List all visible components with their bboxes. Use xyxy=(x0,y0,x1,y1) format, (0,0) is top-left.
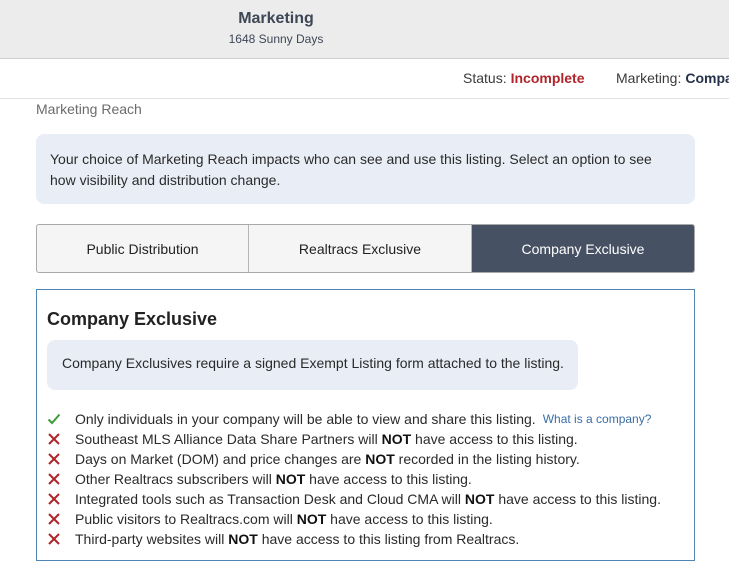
rule-text-end: have access to this listing from Realtra… xyxy=(257,531,520,547)
check-icon xyxy=(47,412,75,426)
rule-text: Public visitors to Realtracs.com will NO… xyxy=(75,511,493,527)
listing-address: 1648 Sunny Days xyxy=(228,32,324,46)
access-rule: Other Realtracs subscribers will NOT hav… xyxy=(47,469,661,489)
marketing-reach-info: Your choice of Marketing Reach impacts w… xyxy=(36,134,695,204)
rule-emphasis: NOT xyxy=(365,451,395,467)
rule-text-start: Other Realtracs subscribers will xyxy=(75,471,276,487)
tab-company-exclusive[interactable]: Company Exclusive xyxy=(472,225,694,272)
company-exclusive-panel: Company Exclusive Company Exclusives req… xyxy=(36,289,695,561)
page-title: Marketing xyxy=(238,10,314,27)
access-rule: Southeast MLS Alliance Data Share Partne… xyxy=(47,429,661,449)
status-label: Status: xyxy=(463,70,507,86)
rule-emphasis: NOT xyxy=(275,471,306,487)
rule-text-end: have access to this listing. xyxy=(494,491,661,507)
access-rule: Days on Market (DOM) and price changes a… xyxy=(47,449,661,469)
panel-title: Company Exclusive xyxy=(47,309,218,329)
x-icon xyxy=(47,472,75,486)
access-rule: Public visitors to Realtracs.com will NO… xyxy=(47,509,661,529)
page-header: Marketing 1648 Sunny Days xyxy=(0,0,729,59)
exempt-form-note: Company Exclusives require a signed Exem… xyxy=(47,340,578,390)
marketing-reach-label: Marketing Reach xyxy=(36,101,142,117)
x-icon xyxy=(47,512,75,526)
rule-text-end: have access to this listing. xyxy=(305,471,472,487)
rule-text-start: Only individuals in your company will be… xyxy=(75,411,536,427)
rule-text: Other Realtracs subscribers will NOT hav… xyxy=(75,471,472,487)
marketing-label: Marketing: xyxy=(616,70,682,86)
x-icon xyxy=(47,492,75,506)
x-icon xyxy=(47,432,75,446)
rule-emphasis: NOT xyxy=(464,491,495,507)
rule-text-start: Days on Market (DOM) and price changes a… xyxy=(75,451,366,467)
rule-emphasis: NOT xyxy=(228,531,258,547)
access-rule: Integrated tools such as Transaction Des… xyxy=(47,489,661,509)
status-bar: Status:Incomplete Marketing:Company Excl… xyxy=(0,59,729,99)
rule-text-start: Third-party websites will xyxy=(75,531,229,547)
rule-emphasis: NOT xyxy=(296,511,327,527)
rule-text-end: recorded in the listing history. xyxy=(394,451,580,467)
rule-text-start: Southeast MLS Alliance Data Share Partne… xyxy=(75,431,382,447)
rule-text-start: Public visitors to Realtracs.com will xyxy=(75,511,297,527)
rule-text: Days on Market (DOM) and price changes a… xyxy=(75,451,580,467)
rule-text: Third-party websites will NOT have acces… xyxy=(75,531,519,547)
tab-realtracs-exclusive[interactable]: Realtracs Exclusive xyxy=(249,225,472,272)
access-rule: Third-party websites will NOT have acces… xyxy=(47,529,661,549)
access-rules-list: Only individuals in your company will be… xyxy=(47,409,661,549)
rule-text-end: have access to this listing. xyxy=(411,431,578,447)
x-icon xyxy=(47,532,75,546)
rule-text-end: have access to this listing. xyxy=(326,511,493,527)
status-indicator: Status: Incomplete xyxy=(463,70,585,86)
access-rule: Only individuals in your company will be… xyxy=(47,409,661,429)
rule-text-start: Integrated tools such as Transaction Des… xyxy=(75,491,465,507)
marketing-reach-selector: Public Distribution Realtracs Exclusive … xyxy=(36,224,695,273)
rule-emphasis: NOT xyxy=(381,431,412,447)
marketing-indicator: Marketing:Company Exclusive xyxy=(616,70,729,86)
rule-text: Southeast MLS Alliance Data Share Partne… xyxy=(75,431,578,447)
marketing-value: Company Exclusive xyxy=(685,70,729,86)
what-is-a-company-link[interactable]: What is a company? xyxy=(543,412,652,426)
tab-public-distribution[interactable]: Public Distribution xyxy=(37,225,249,272)
rule-text: Only individuals in your company will be… xyxy=(75,411,536,427)
status-value: Incomplete xyxy=(510,70,585,86)
rule-text: Integrated tools such as Transaction Des… xyxy=(75,491,661,507)
x-icon xyxy=(47,452,75,466)
